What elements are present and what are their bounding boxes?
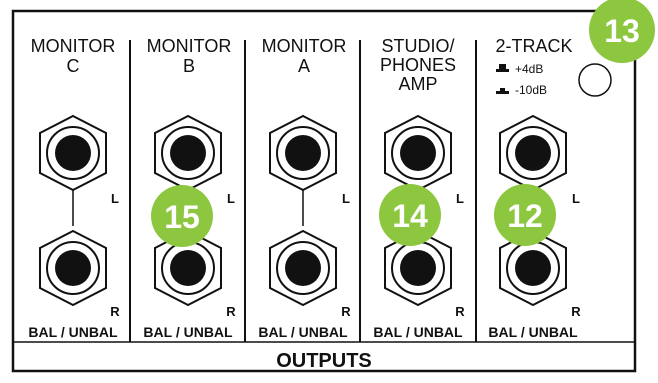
jack-left[interactable] — [384, 114, 452, 192]
bal-unbal-label: BAL / UNBAL — [258, 324, 348, 340]
callout-badge-12: 12 — [494, 184, 556, 246]
jack-right-label: R — [455, 304, 465, 319]
column-title-line: MONITOR — [147, 36, 232, 56]
callout-number: 15 — [164, 199, 200, 235]
switch-up-icon — [499, 64, 506, 69]
level-low-label: -10dB — [515, 83, 547, 97]
outputs-title: OUTPUTS — [276, 350, 372, 372]
outputs-panel-diagram: MONITOR C L R BAL / UNBAL MONITOR B L R … — [11, 0, 655, 373]
jack-left[interactable] — [269, 114, 337, 192]
column-title-line: 2-TRACK — [495, 36, 572, 56]
jack-left-label: L — [111, 191, 119, 206]
jack-left-label: L — [227, 191, 235, 206]
column-title-line: MONITOR — [31, 36, 116, 56]
jack-left[interactable] — [499, 114, 567, 192]
column-title-line: A — [298, 56, 310, 76]
callout-number: 12 — [507, 198, 543, 234]
column-title-line: STUDIO/ — [381, 36, 454, 56]
jack-left[interactable] — [39, 114, 107, 192]
jack-right-label: R — [571, 304, 581, 319]
column-title-line: B — [183, 56, 195, 76]
bal-unbal-label: BAL / UNBAL — [143, 324, 233, 340]
jack-right-label: R — [341, 304, 351, 319]
jack-right-label: R — [110, 304, 120, 319]
jack-left-label: L — [572, 191, 580, 206]
callout-badge-15: 15 — [151, 185, 213, 247]
switch-down-icon — [500, 88, 505, 91]
jack-right[interactable] — [39, 229, 107, 307]
column-monitor-c: MONITOR C L R BAL / UNBAL — [28, 36, 120, 340]
jack-right[interactable] — [269, 229, 337, 307]
level-high-label: +4dB — [515, 62, 543, 76]
callout-badge-14: 14 — [379, 184, 441, 246]
column-monitor-a: MONITOR A L R BAL / UNBAL — [258, 36, 351, 340]
jack-left-label: L — [342, 191, 350, 206]
callout-number: 13 — [604, 13, 640, 49]
callout-badge-13: 13 — [589, 0, 655, 63]
column-title-line: MONITOR — [262, 36, 347, 56]
level-switch: +4dB -10dB — [496, 62, 612, 97]
column-title-line: PHONES — [380, 55, 456, 75]
level-switch-button[interactable] — [578, 63, 612, 97]
jack-left[interactable] — [154, 114, 222, 192]
column-title-line: AMP — [398, 74, 437, 94]
column-two-track: 2-TRACK +4dB -10dB L R BAL / UNBAL — [488, 36, 612, 340]
bal-unbal-label: BAL / UNBAL — [488, 324, 578, 340]
bal-unbal-label: BAL / UNBAL — [373, 324, 463, 340]
bal-unbal-label: BAL / UNBAL — [28, 324, 118, 340]
callout-number: 14 — [392, 198, 428, 234]
jack-left-label: L — [456, 191, 464, 206]
column-title-line: C — [67, 56, 80, 76]
jack-right-label: R — [226, 304, 236, 319]
